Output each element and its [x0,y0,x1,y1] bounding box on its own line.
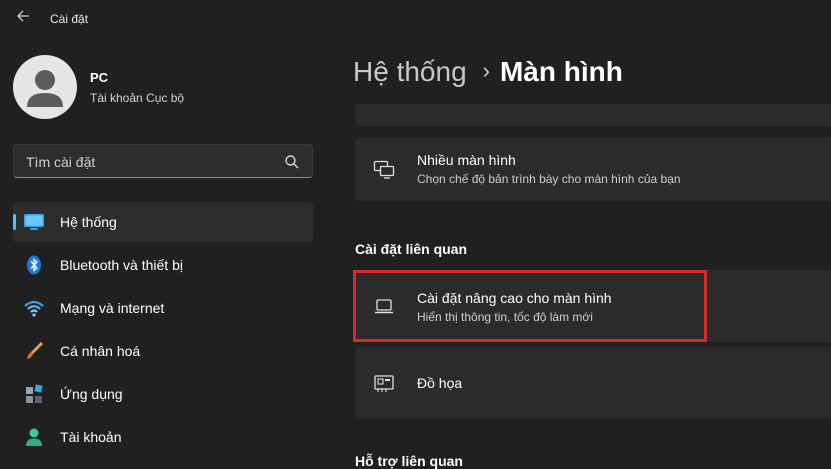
sidebar-item-label: Ứng dụng [60,386,123,402]
sidebar-item-label: Tài khoản [60,429,122,445]
sidebar-item-label: Cá nhân hoá [60,343,141,359]
breadcrumb: Hệ thống › Màn hình [353,56,623,88]
graphics-card-icon [374,375,394,392]
sidebar-item-accounts[interactable]: Tài khoản [13,417,313,457]
title-bar: Cài đặt [0,0,831,40]
page-title: Màn hình [499,56,623,87]
profile-name: PC [90,70,109,85]
highlight-box [353,270,707,342]
window-title: Cài đặt [50,12,89,26]
settings-card-partial[interactable] [355,104,831,126]
sidebar-item-network[interactable]: Mạng và internet [13,288,313,328]
related-support-heading: Hỗ trợ liên quan [355,453,463,469]
wifi-icon [24,300,44,317]
multiple-displays-icon [373,160,395,179]
profile-account-type: Tài khoản Cục bộ [90,91,185,105]
apps-icon [26,384,43,403]
paintbrush-icon [27,342,43,359]
sidebar-item-bluetooth[interactable]: Bluetooth và thiết bị [13,245,313,285]
active-indicator [13,214,16,230]
sidebar-item-label: Mạng và internet [60,300,165,316]
back-arrow-icon[interactable] [12,8,34,30]
related-settings-heading: Cài đặt liên quan [355,241,468,257]
multiple-displays-description: Chọn chế độ bản trình bày cho màn hình c… [417,172,681,186]
search-input[interactable]: Tìm cài đặt [13,144,313,178]
bluetooth-icon [27,255,41,275]
monitor-icon [24,214,44,230]
graphics-title: Đồ họa [417,375,463,391]
search-icon[interactable] [284,154,300,170]
user-silhouette-icon [27,70,63,107]
multiple-displays-title: Nhiều màn hình [417,152,516,168]
sidebar-item-label: Hệ thống [60,214,117,230]
sidebar-item-label: Bluetooth và thiết bị [60,257,183,273]
search-placeholder: Tìm cài đặt [26,154,96,170]
sidebar-item-apps[interactable]: Ứng dụng [13,374,313,414]
breadcrumb-parent[interactable]: Hệ thống [353,56,467,87]
multiple-displays-card[interactable]: Nhiều màn hình Chọn chế độ bản trình bày… [355,137,831,201]
breadcrumb-separator: › [482,58,490,83]
graphics-card[interactable]: Đồ họa [355,347,831,419]
avatar[interactable] [13,55,77,119]
sidebar-item-system[interactable]: Hệ thống [13,202,313,242]
sidebar-item-personalization[interactable]: Cá nhân hoá [13,331,313,371]
person-icon [26,428,42,446]
